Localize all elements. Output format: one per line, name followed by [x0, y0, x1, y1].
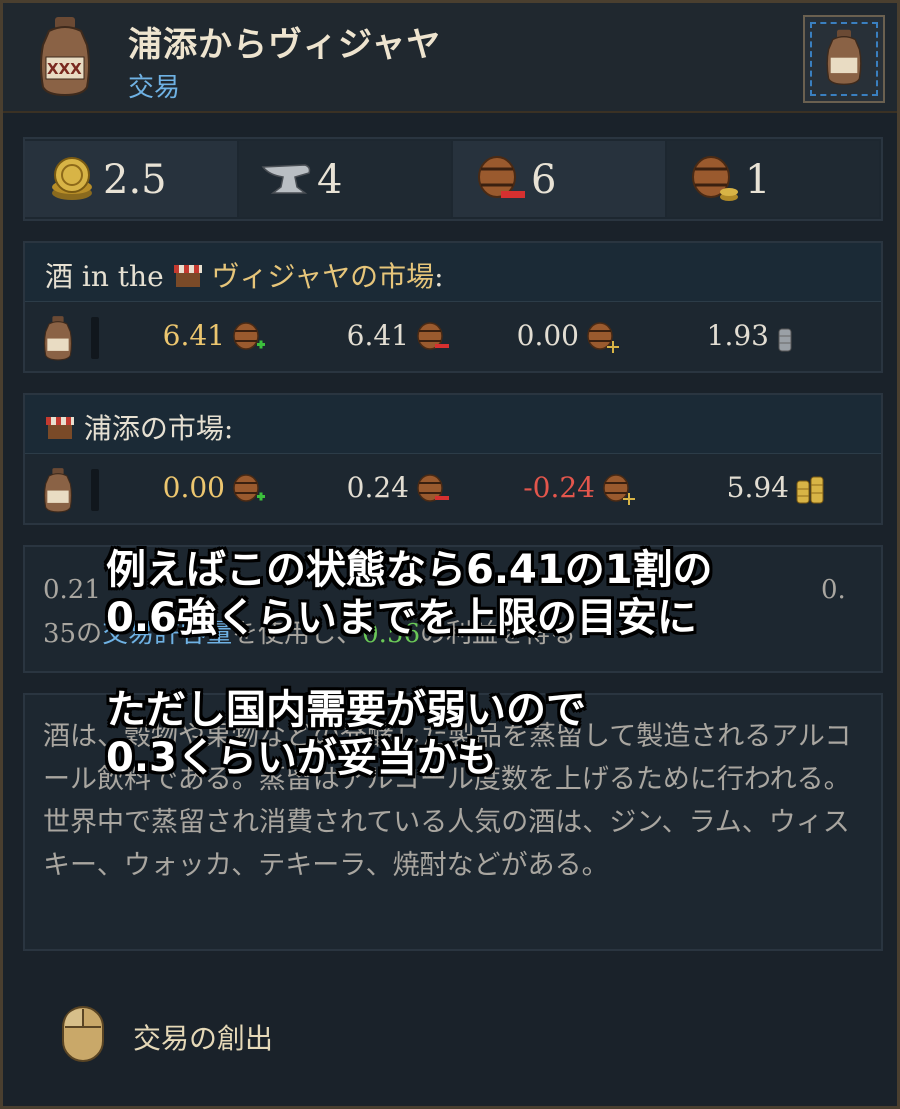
- balance-value: 0.00: [516, 319, 579, 352]
- gold-coin-stack-icon: [796, 476, 824, 504]
- liquor-jug-icon: [43, 316, 73, 361]
- barrel-scale-icon: [603, 474, 635, 505]
- liquor-jug-icon: [40, 17, 90, 97]
- create-trade-action[interactable]: 交易の創出: [133, 1017, 273, 1057]
- stat-export: 6: [453, 141, 665, 217]
- liquor-jug-icon: [43, 468, 73, 513]
- supply-value: 6.41: [162, 319, 225, 352]
- production-value: 4: [317, 157, 343, 203]
- gold-coins-icon: [52, 157, 92, 200]
- trade-subtitle: 交易: [128, 73, 181, 103]
- demand-value: 0.24: [346, 471, 409, 504]
- market-stall-icon: [46, 417, 74, 439]
- supply-value: 0.00: [162, 471, 225, 504]
- demand-value: 6.41: [346, 319, 409, 352]
- mouse-icon: [62, 1006, 104, 1062]
- barrel-minus-icon: [478, 156, 525, 198]
- origin-market-name: 浦添の市場: [83, 412, 224, 445]
- annotation-overlay-1: 例えばこの状態なら6.41の1割の 0.6強くらいまでを上限の目安に: [106, 547, 713, 641]
- divider: [91, 317, 99, 359]
- export-value: 6: [531, 157, 557, 203]
- trade-route-title: 浦添からヴィジャヤ: [128, 25, 442, 65]
- barrel-scale-icon: [587, 322, 619, 353]
- price-value: 1.93: [706, 319, 769, 352]
- barrel-plus-icon: [233, 322, 265, 350]
- barrel-minus-icon: [417, 322, 449, 350]
- profit-value: 2.5: [103, 157, 167, 203]
- market-title: 浦添の市場:: [45, 407, 233, 447]
- barrel-plus-icon: [233, 474, 265, 502]
- origin-market-header: 浦添の市場:: [25, 395, 881, 454]
- goods-icon-button[interactable]: [803, 15, 885, 103]
- stat-profit: 2.5: [25, 141, 237, 217]
- annotation-overlay-2: ただし国内需要が弱いので 0.3くらいが妥当かも: [106, 687, 586, 781]
- destination-market-header: 酒 in the ヴィジャヤの市場:: [25, 243, 881, 302]
- tooltip-header: XXX 浦添からヴィジャヤ 交易: [3, 3, 897, 113]
- origin-market-row: 0.00 0.24 -0.24 5.94: [25, 457, 881, 523]
- divider: [91, 469, 99, 511]
- liquor-jug-icon: [826, 29, 862, 86]
- jug-label: XXX: [47, 60, 82, 78]
- price-value: 5.94: [726, 471, 789, 504]
- market-title: 酒 in the ヴィジャヤの市場:: [45, 260, 444, 293]
- destination-market-row: 6.41 6.41 0.00 1.93: [25, 305, 881, 371]
- destination-market-name: ヴィジャヤの市場: [211, 260, 435, 293]
- barrel-coins-icon: [692, 156, 738, 201]
- market-stall-icon: [173, 265, 202, 287]
- barrel-minus-icon: [417, 474, 449, 502]
- anvil-icon: [261, 164, 311, 194]
- balance-value: -0.24: [523, 471, 595, 504]
- silver-coin-icon: [778, 328, 792, 352]
- stat-value: 1: [667, 141, 879, 217]
- stat-production: 4: [239, 141, 451, 217]
- value-value: 1: [745, 157, 771, 203]
- trade-tooltip-panel: XXX 浦添からヴィジャヤ 交易 2.5 4 6 1 酒 in the ヴィジャ…: [0, 0, 900, 1109]
